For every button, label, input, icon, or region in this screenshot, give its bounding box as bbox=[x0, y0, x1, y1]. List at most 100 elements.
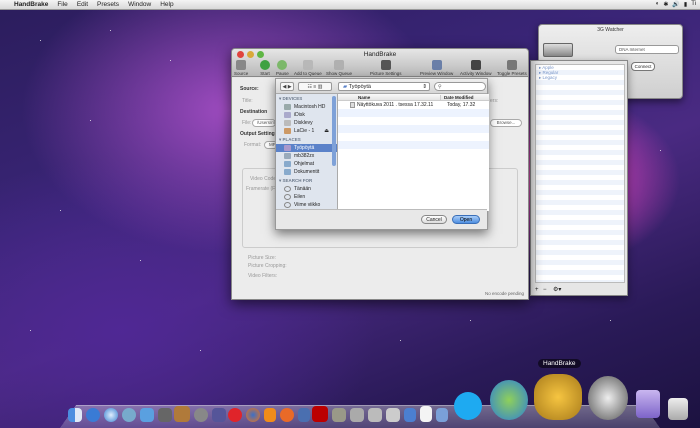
app-icon-8[interactable] bbox=[436, 408, 448, 422]
search-for-header-label: SEARCH FOR bbox=[282, 178, 313, 183]
sidebar-item-documents[interactable]: Dokumentit bbox=[276, 168, 337, 176]
clock-text[interactable]: Ti bbox=[691, 1, 696, 8]
toolbar-toggle-presets[interactable]: Toggle Presets bbox=[497, 60, 527, 76]
remove-preset-button[interactable]: − bbox=[543, 287, 547, 293]
app-icon-2[interactable] bbox=[298, 408, 310, 422]
file-icon bbox=[350, 102, 355, 108]
presets-list: ▸ Apple ▸ Regular ▸ Legacy bbox=[535, 64, 625, 283]
view-mode-buttons[interactable]: ☷ ≡ ▥ bbox=[298, 82, 332, 91]
trash-icon[interactable] bbox=[668, 398, 688, 420]
cancel-button[interactable]: Cancel bbox=[421, 215, 447, 224]
garageband-icon[interactable] bbox=[174, 406, 190, 422]
documents-icon bbox=[284, 169, 291, 175]
toolbar-label: Start bbox=[260, 71, 270, 76]
opera-icon[interactable] bbox=[228, 408, 242, 422]
file-row[interactable]: Näyttökuva 2011 . tsessa 17.32.11 Today,… bbox=[338, 101, 489, 109]
location-popup[interactable]: ▰ Työpöytä ⇕ bbox=[338, 82, 430, 91]
column-date-header[interactable]: Date Modified bbox=[440, 94, 474, 100]
bluetooth-icon[interactable]: ✱ bbox=[663, 1, 668, 8]
app-icon-5[interactable] bbox=[368, 408, 382, 422]
applications-icon bbox=[284, 161, 291, 167]
menu-window[interactable]: Window bbox=[128, 1, 151, 8]
search-field[interactable]: ⚲ bbox=[434, 82, 486, 91]
sidebar-item-last-week[interactable]: Viime viikko bbox=[276, 201, 337, 209]
app-icon-1[interactable] bbox=[280, 408, 294, 422]
menu-edit[interactable]: Edit bbox=[77, 1, 88, 8]
toolbar-picture-settings[interactable]: Picture Settings bbox=[370, 60, 402, 76]
toolbar-source[interactable]: Source bbox=[234, 60, 248, 76]
dialog-footer: Cancel Open bbox=[276, 209, 487, 229]
file-list: Name Date Modified Näyttökuva 2011 . tse… bbox=[338, 94, 489, 211]
location-label: Työpöytä bbox=[348, 84, 371, 90]
msn-messenger-icon[interactable] bbox=[490, 380, 528, 420]
sidebar-item-label: Viime viikko bbox=[294, 202, 321, 208]
sidebar-item-desktop[interactable]: Työpöytä bbox=[276, 144, 337, 152]
preset-gear-icon[interactable]: ⚙▾ bbox=[553, 286, 561, 293]
app-icon-3[interactable] bbox=[332, 408, 346, 422]
app-icon-7[interactable] bbox=[404, 408, 416, 422]
column-name-header[interactable]: Name bbox=[338, 95, 440, 100]
output-settings-label: Output Settings bbox=[240, 131, 278, 137]
file-list-header: Name Date Modified bbox=[338, 94, 489, 101]
sidebar-item-macintosh-hd[interactable]: Macintosh HD bbox=[276, 103, 337, 111]
sidebar-item-applications[interactable]: Ohjelmat bbox=[276, 160, 337, 168]
sidebar-item-yesterday[interactable]: Eilen bbox=[276, 193, 337, 201]
toolbar-pause[interactable]: Pause bbox=[276, 60, 289, 76]
system-preferences-icon[interactable] bbox=[194, 408, 208, 422]
safari-icon[interactable] bbox=[104, 408, 118, 422]
filezilla-icon[interactable] bbox=[312, 406, 328, 422]
sidebar-item-lacie[interactable]: LaCie - 1 ⏏ bbox=[276, 127, 337, 135]
picture-size-label: Picture Size: bbox=[248, 255, 277, 261]
3g-watcher-icon[interactable] bbox=[588, 376, 628, 420]
status-icon-1[interactable]: ◐ bbox=[656, 1, 660, 8]
open-button[interactable]: Open bbox=[452, 215, 480, 224]
toggle-presets-icon bbox=[506, 60, 517, 70]
connect-button[interactable]: Connect bbox=[631, 62, 655, 71]
itunes-icon[interactable] bbox=[140, 408, 154, 422]
encode-status: No encode pending bbox=[484, 291, 524, 296]
menu-file[interactable]: File bbox=[57, 1, 67, 8]
toolbar-preview-window[interactable]: Preview Window bbox=[420, 60, 453, 76]
sidebar-item-label: Dokumentit bbox=[294, 169, 320, 175]
firefox-icon[interactable] bbox=[246, 408, 260, 422]
vlc-icon[interactable] bbox=[264, 408, 276, 422]
finder-icon[interactable] bbox=[68, 408, 82, 422]
sidebar-item-today[interactable]: Tänään bbox=[276, 185, 337, 193]
toolbar-label: Pause bbox=[276, 71, 289, 76]
source-label: Source: bbox=[240, 86, 259, 92]
browse-button[interactable]: Browse... bbox=[490, 119, 522, 127]
file-path-field[interactable]: /Users/m bbox=[252, 119, 276, 127]
toolbar-activity-window[interactable]: Activity Window bbox=[460, 60, 492, 76]
appstore-icon[interactable] bbox=[86, 408, 100, 422]
battery-icon[interactable]: ▮ bbox=[684, 1, 687, 8]
ichat-icon[interactable] bbox=[122, 408, 136, 422]
toolbar-start[interactable]: Start bbox=[260, 60, 270, 76]
app-icon-4[interactable] bbox=[350, 408, 364, 422]
back-forward-buttons[interactable]: ◀ ▶ bbox=[280, 82, 294, 91]
menu-help[interactable]: Help bbox=[160, 1, 173, 8]
document-icon[interactable] bbox=[420, 406, 432, 422]
preset-group-legacy[interactable]: ▸ Legacy bbox=[536, 75, 624, 80]
utility-icon[interactable] bbox=[212, 408, 226, 422]
toolbar-show-queue[interactable]: Show Queue bbox=[326, 60, 352, 76]
volume-icon[interactable]: 🔊 bbox=[672, 1, 679, 8]
app-menu[interactable]: HandBrake bbox=[14, 1, 48, 8]
network-select-label: DNA Internet bbox=[619, 47, 645, 52]
app-icon-6[interactable] bbox=[386, 408, 400, 422]
watcher-signal-icon bbox=[543, 43, 573, 57]
handbrake-titlebar: HandBrake Source Start Pause Add to Queu… bbox=[232, 49, 528, 77]
network-select[interactable]: DNA Internet bbox=[615, 45, 679, 54]
menu-presets[interactable]: Presets bbox=[97, 1, 119, 8]
sidebar-item-home[interactable]: mb382zx bbox=[276, 152, 337, 160]
sidebar-scrollbar[interactable] bbox=[332, 96, 336, 166]
sidebar-item-disklevy[interactable]: Disklevy bbox=[276, 119, 337, 127]
video-filters-label: Video Filters: bbox=[248, 273, 278, 279]
toolbar-add-queue[interactable]: Add to Queue bbox=[294, 60, 322, 76]
downloads-icon[interactable] bbox=[636, 390, 660, 418]
add-preset-button[interactable]: + bbox=[535, 287, 539, 293]
skype-icon[interactable] bbox=[454, 392, 482, 420]
clock-icon bbox=[284, 202, 291, 208]
photos-icon[interactable] bbox=[158, 408, 172, 422]
handbrake-icon[interactable] bbox=[534, 374, 582, 420]
sidebar-item-idisk[interactable]: iDisk bbox=[276, 111, 337, 119]
